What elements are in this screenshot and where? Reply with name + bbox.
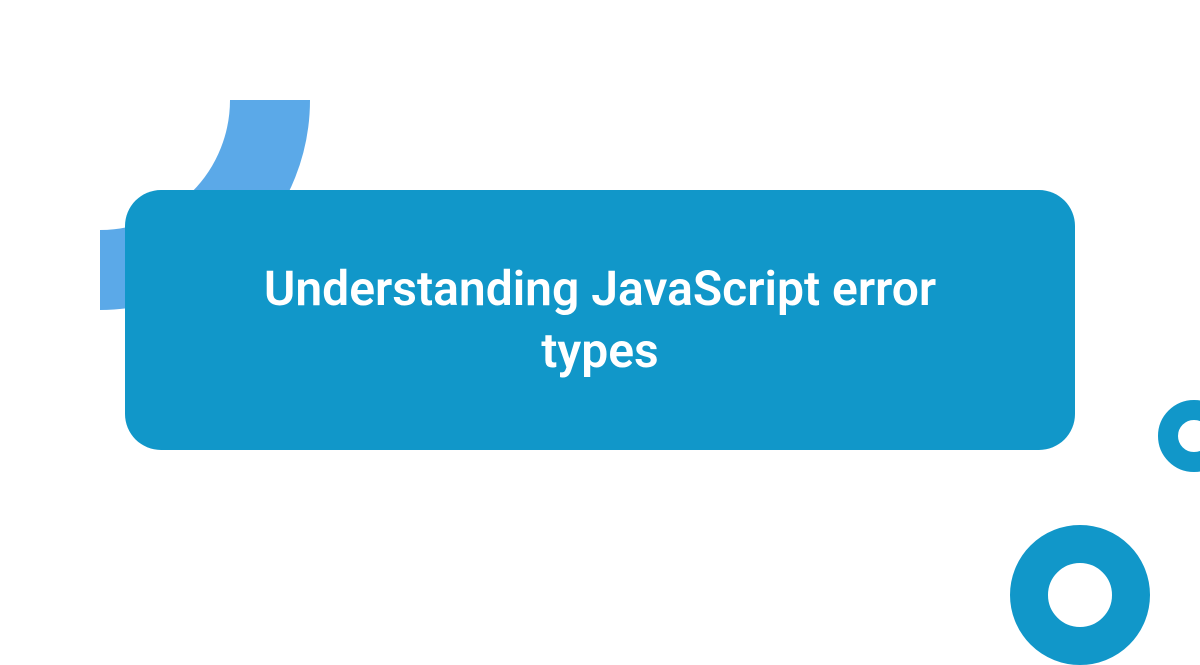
- decorative-small-ring: [1158, 400, 1200, 472]
- title-card: Understanding JavaScript error types: [125, 190, 1075, 450]
- decorative-large-ring: [1010, 525, 1150, 665]
- page-title: Understanding JavaScript error types: [215, 258, 985, 383]
